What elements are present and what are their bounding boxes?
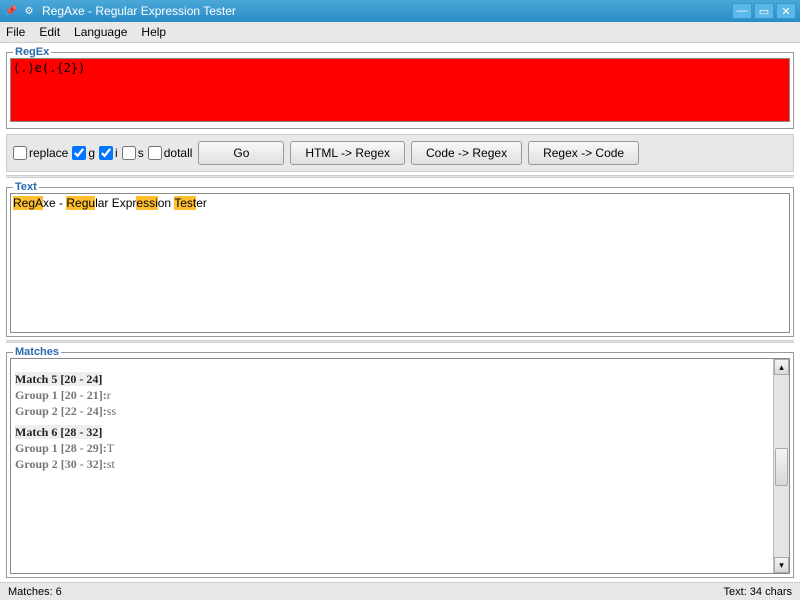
group-label: Group 2 [22 - 24]: [15,404,107,418]
replace-label: replace [29,146,68,160]
i-label: i [115,146,118,160]
match-header: Match 5 [20 - 24] [15,372,102,386]
menu-edit[interactable]: Edit [39,25,60,39]
regex-fieldset: RegEx [6,46,794,129]
status-matches: Matches: 6 [8,586,62,598]
close-button[interactable]: ✕ [776,3,796,19]
group-value: r [107,388,111,402]
dotall-checkbox-label[interactable]: dotall [148,146,193,160]
config-icon[interactable]: ⚙ [22,4,36,18]
s-label: s [138,146,144,160]
text-legend: Text [13,181,39,193]
titlebar: 📌 ⚙ RegAxe - Regular Expression Tester —… [0,0,800,22]
dotall-label: dotall [164,146,193,160]
statusbar: Matches: 6 Text: 34 chars [0,582,800,600]
group-label: Group 1 [28 - 29]: [15,441,107,455]
replace-checkbox[interactable] [13,146,27,160]
scroll-thumb[interactable] [775,448,788,486]
text-highlight: essi [136,196,157,210]
text-plain: xe - [43,196,66,210]
text-highlight: Test [174,196,196,210]
dotall-checkbox[interactable] [148,146,162,160]
group-label: Group 2 [30 - 32]: [15,457,107,471]
status-chars: Text: 34 chars [724,586,792,598]
group-value: T [107,441,114,455]
matches-fieldset: Matches Match 5 [20 - 24] Group 1 [20 - 2… [6,346,794,578]
g-checkbox[interactable] [72,146,86,160]
s-checkbox[interactable] [122,146,136,160]
replace-checkbox-label[interactable]: replace [13,146,68,160]
text-plain: er [196,196,207,210]
html-to-regex-button[interactable]: HTML -> Regex [290,141,405,165]
menu-language[interactable]: Language [74,25,127,39]
regex-input[interactable] [10,58,790,122]
group-value: st [107,457,115,471]
text-highlight: Regu [66,196,95,210]
scroll-up-button[interactable]: ▴ [774,359,789,375]
match-header: Match 6 [28 - 32] [15,425,102,439]
menu-file[interactable]: File [6,25,25,39]
minimize-button[interactable]: — [732,3,752,19]
i-checkbox[interactable] [99,146,113,160]
code-to-regex-button[interactable]: Code -> Regex [411,141,522,165]
scroll-track[interactable] [774,375,789,557]
text-plain: lar Expr [95,196,136,210]
menu-help[interactable]: Help [141,25,166,39]
window-title: RegAxe - Regular Expression Tester [42,4,732,18]
scroll-down-button[interactable]: ▾ [774,557,789,573]
text-input[interactable]: RegAxe - Regular Expression Tester [10,193,790,333]
menubar: File Edit Language Help [0,22,800,43]
group-label: Group 1 [20 - 21]: [15,388,107,402]
regex-to-code-button[interactable]: Regex -> Code [528,141,639,165]
group-value: ss [107,404,116,418]
titlebar-left-icons: 📌 ⚙ [4,4,36,18]
g-label: g [88,146,95,160]
matches-scrollbar[interactable]: ▴ ▾ [773,359,789,573]
text-highlight: RegA [13,196,43,210]
options-row: replace g i s dotall Go HTML -> Regex Co… [6,134,794,172]
separator[interactable] [6,175,794,178]
pin-icon[interactable]: 📌 [4,4,18,18]
go-button[interactable]: Go [198,141,284,165]
maximize-button[interactable]: ▭ [754,3,774,19]
text-plain: on [158,196,174,210]
regex-legend: RegEx [13,46,51,58]
text-fieldset: Text RegAxe - Regular Expression Tester [6,181,794,337]
separator-2[interactable] [6,340,794,343]
g-checkbox-label[interactable]: g [72,146,95,160]
matches-legend: Matches [13,346,61,358]
matches-output: Match 5 [20 - 24]Group 1 [20 - 21]:rGrou… [11,359,773,573]
i-checkbox-label[interactable]: i [99,146,118,160]
s-checkbox-label[interactable]: s [122,146,144,160]
